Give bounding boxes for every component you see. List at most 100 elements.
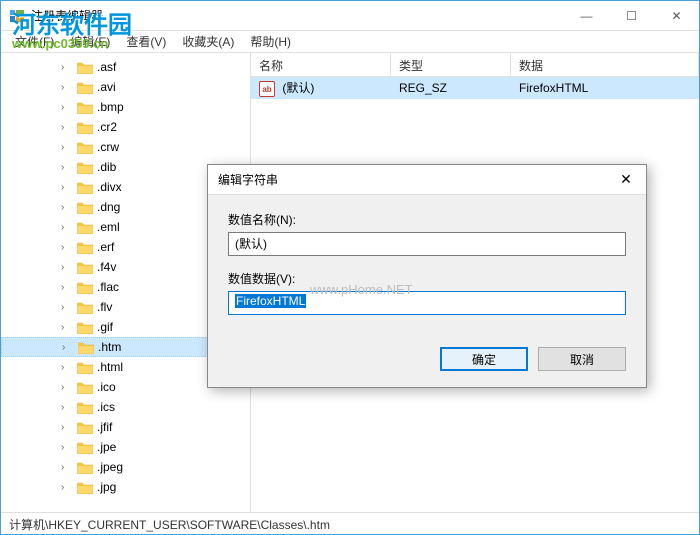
expand-arrow-icon[interactable]: › xyxy=(61,122,73,133)
cell-data: FirefoxHTML xyxy=(511,79,699,97)
tree-item[interactable]: › .jpe xyxy=(1,437,250,457)
expand-arrow-icon[interactable]: › xyxy=(61,62,73,73)
tree-item-label: .jpg xyxy=(97,480,116,494)
tree-item[interactable]: ›.jfif xyxy=(1,417,250,437)
list-header: 名称 类型 数据 xyxy=(251,53,699,77)
tree-item-label: .cr2 xyxy=(97,120,117,134)
tree-item[interactable]: › .avi xyxy=(1,77,250,97)
tree-item-label: .html xyxy=(97,360,123,374)
tree-item[interactable]: › .ics xyxy=(1,397,250,417)
expand-arrow-icon[interactable]: › xyxy=(61,202,73,213)
expand-arrow-icon[interactable]: › xyxy=(61,182,73,193)
value-name-input[interactable]: (默认) xyxy=(228,232,626,256)
expand-arrow-icon[interactable]: › xyxy=(61,222,73,233)
expand-arrow-icon[interactable]: › xyxy=(61,322,73,333)
expand-arrow-icon[interactable]: › xyxy=(61,142,73,153)
tree-item-label: .jpe xyxy=(97,440,116,454)
value-name-label: 数值名称(N): xyxy=(228,211,626,228)
statusbar: 计算机\HKEY_CURRENT_USER\SOFTWARE\Classes\.… xyxy=(1,512,699,534)
folder-icon xyxy=(77,181,93,194)
tree-item-label: .avi xyxy=(97,80,116,94)
menu-help[interactable]: 帮助(H) xyxy=(244,31,297,52)
dialog-titlebar: 编辑字符串 ✕ xyxy=(208,165,646,195)
expand-arrow-icon[interactable]: › xyxy=(61,242,73,253)
folder-icon xyxy=(77,401,93,414)
menubar: 文件(F) 编辑(E) 查看(V) 收藏夹(A) 帮助(H) xyxy=(1,31,699,53)
tree-item[interactable]: ›.asf xyxy=(1,57,250,77)
value-data-input[interactable]: FirefoxHTML xyxy=(228,291,626,315)
folder-icon xyxy=(77,141,93,154)
expand-arrow-icon[interactable]: › xyxy=(61,362,73,373)
expand-arrow-icon[interactable]: › xyxy=(61,102,73,113)
col-data[interactable]: 数据 xyxy=(511,53,699,76)
expand-arrow-icon[interactable]: › xyxy=(61,262,73,273)
folder-icon xyxy=(77,321,93,334)
folder-icon xyxy=(77,441,93,454)
expand-arrow-icon[interactable]: › xyxy=(61,462,73,473)
cell-name: ab (默认) xyxy=(251,77,391,100)
folder-icon xyxy=(77,481,93,494)
folder-icon xyxy=(78,341,94,354)
tree-item-label: .erf xyxy=(97,240,114,254)
tree-item-label: .crw xyxy=(97,140,119,154)
edit-string-dialog: 编辑字符串 ✕ 数值名称(N): (默认) 数值数据(V): FirefoxHT… xyxy=(207,164,647,388)
tree-item-label: .bmp xyxy=(97,100,124,114)
menu-favorites[interactable]: 收藏夹(A) xyxy=(176,31,240,52)
tree-item-label: .divx xyxy=(97,180,122,194)
folder-icon xyxy=(77,421,93,434)
tree-item-label: .ics xyxy=(97,400,115,414)
expand-arrow-icon[interactable]: › xyxy=(61,162,73,173)
expand-arrow-icon[interactable]: › xyxy=(62,342,74,353)
folder-icon xyxy=(77,461,93,474)
tree-item-label: .eml xyxy=(97,220,120,234)
expand-arrow-icon[interactable]: › xyxy=(61,402,73,413)
folder-icon xyxy=(77,241,93,254)
folder-icon xyxy=(77,221,93,234)
close-button[interactable]: ✕ xyxy=(654,1,699,30)
menu-file[interactable]: 文件(F) xyxy=(9,31,60,52)
menu-edit[interactable]: 编辑(E) xyxy=(64,31,116,52)
expand-arrow-icon[interactable]: › xyxy=(61,422,73,433)
folder-icon xyxy=(77,261,93,274)
tree-item-label: .dng xyxy=(97,200,120,214)
expand-arrow-icon[interactable]: › xyxy=(61,302,73,313)
minimize-button[interactable]: — xyxy=(564,1,609,30)
expand-arrow-icon[interactable]: › xyxy=(61,442,73,453)
tree-item[interactable]: › .cr2 xyxy=(1,117,250,137)
tree-item-label: .flac xyxy=(97,280,119,294)
dialog-body: 数值名称(N): (默认) 数值数据(V): FirefoxHTML xyxy=(208,195,646,337)
tree-item-label: .htm xyxy=(98,340,121,354)
folder-icon xyxy=(77,281,93,294)
cancel-button[interactable]: 取消 xyxy=(538,347,626,371)
tree-item-label: .f4v xyxy=(97,260,116,274)
expand-arrow-icon[interactable]: › xyxy=(61,382,73,393)
tree-item[interactable]: › .bmp xyxy=(1,97,250,117)
folder-icon xyxy=(77,61,93,74)
folder-icon xyxy=(77,161,93,174)
maximize-button[interactable]: ☐ xyxy=(609,1,654,30)
menu-view[interactable]: 查看(V) xyxy=(120,31,172,52)
tree-item-label: .jpeg xyxy=(97,460,123,474)
string-value-icon: ab xyxy=(259,81,275,97)
tree-item-label: .flv xyxy=(97,300,112,314)
titlebar: 注册表编辑器 — ☐ ✕ xyxy=(1,1,699,31)
folder-icon xyxy=(77,361,93,374)
expand-arrow-icon[interactable]: › xyxy=(61,282,73,293)
tree-item[interactable]: › .jpg xyxy=(1,477,250,497)
folder-icon xyxy=(77,381,93,394)
app-icon xyxy=(9,8,25,24)
col-type[interactable]: 类型 xyxy=(391,53,511,76)
dialog-buttons: 确定 取消 xyxy=(208,337,646,387)
window-title: 注册表编辑器 xyxy=(31,7,564,24)
window-buttons: — ☐ ✕ xyxy=(564,1,699,30)
folder-icon xyxy=(77,81,93,94)
expand-arrow-icon[interactable]: › xyxy=(61,482,73,493)
col-name[interactable]: 名称 xyxy=(251,53,391,76)
ok-button[interactable]: 确定 xyxy=(440,347,528,371)
list-row[interactable]: ab (默认) REG_SZ FirefoxHTML xyxy=(251,77,699,99)
tree-item-label: .gif xyxy=(97,320,113,334)
tree-item[interactable]: › .crw xyxy=(1,137,250,157)
dialog-close-button[interactable]: ✕ xyxy=(606,165,646,194)
expand-arrow-icon[interactable]: › xyxy=(61,82,73,93)
tree-item[interactable]: › .jpeg xyxy=(1,457,250,477)
